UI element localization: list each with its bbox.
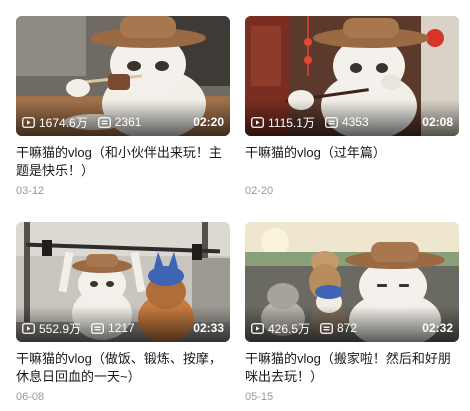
video-card[interactable]: 1674.6万 2361 02:20 干嘛猫的vlog（和小伙伴出来玩！主题是快… — [16, 16, 230, 197]
video-card[interactable]: 1115.1万 4353 02:08 干嘛猫的vlog（过年篇） 02-20 — [245, 16, 459, 197]
video-duration: 02:20 — [193, 115, 224, 129]
upload-date: 02-20 — [245, 185, 274, 197]
video-stats: 1674.6万 2361 02:20 — [22, 114, 224, 130]
play-count-icon — [251, 322, 264, 334]
view-count-text: 426.5万 — [268, 321, 311, 336]
danmaku-count-icon — [97, 116, 111, 128]
video-duration: 02:32 — [422, 321, 453, 335]
upload-date: 03-12 — [16, 185, 45, 197]
video-thumbnail[interactable]: 426.5万 872 02:32 — [245, 222, 459, 342]
upload-date: 06-08 — [16, 391, 45, 403]
view-count: 1674.6万 — [22, 114, 88, 131]
play-count-icon — [22, 322, 35, 334]
view-count: 426.5万 — [251, 320, 310, 337]
video-title[interactable]: 干嘛猫的vlog（过年篇） — [245, 144, 459, 180]
view-count-text: 1674.6万 — [39, 115, 88, 130]
video-duration: 02:08 — [422, 115, 453, 129]
video-title[interactable]: 干嘛猫的vlog（搬家啦！然后和好朋咪出去玩！） — [245, 350, 459, 386]
video-title[interactable]: 干嘛猫的vlog（做饭、锻炼、按摩，休息日回血的一天~） — [16, 350, 230, 386]
comment-count: 4353 — [325, 115, 369, 129]
video-thumbnail[interactable]: 1115.1万 4353 02:08 — [245, 16, 459, 136]
comment-count-text: 1217 — [108, 321, 135, 335]
video-grid: 1674.6万 2361 02:20 干嘛猫的vlog（和小伙伴出来玩！主题是快… — [0, 0, 470, 411]
video-card[interactable]: 552.9万 1217 02:33 干嘛猫的vlog（做饭、锻炼、按摩，休息日回… — [16, 222, 230, 403]
danmaku-count-icon — [91, 322, 104, 334]
comment-count: 2361 — [97, 115, 142, 129]
video-stats: 552.9万 1217 02:33 — [22, 320, 224, 336]
danmaku-count-icon — [325, 116, 338, 128]
video-stats: 1115.1万 4353 02:08 — [251, 114, 453, 130]
comment-count: 1217 — [91, 321, 135, 335]
video-title[interactable]: 干嘛猫的vlog（和小伙伴出来玩！主题是快乐！） — [16, 144, 230, 180]
video-duration: 02:33 — [193, 321, 224, 335]
play-count-icon — [251, 116, 264, 128]
video-card[interactable]: 426.5万 872 02:32 干嘛猫的vlog（搬家啦！然后和好朋咪出去玩！… — [245, 222, 459, 403]
view-count-text: 552.9万 — [39, 321, 82, 336]
video-thumbnail[interactable]: 1674.6万 2361 02:20 — [16, 16, 230, 136]
danmaku-count-icon — [320, 322, 333, 334]
view-count: 1115.1万 — [251, 114, 315, 131]
play-count-icon — [22, 116, 35, 128]
comment-count-text: 2361 — [114, 115, 142, 129]
comment-count-text: 872 — [337, 321, 358, 335]
video-stats: 426.5万 872 02:32 — [251, 320, 453, 336]
video-thumbnail[interactable]: 552.9万 1217 02:33 — [16, 222, 230, 342]
view-count-text: 1115.1万 — [268, 115, 315, 130]
comment-count: 872 — [320, 321, 357, 335]
comment-count-text: 4353 — [341, 115, 369, 129]
upload-date: 05-15 — [245, 391, 274, 403]
view-count: 552.9万 — [22, 320, 81, 337]
